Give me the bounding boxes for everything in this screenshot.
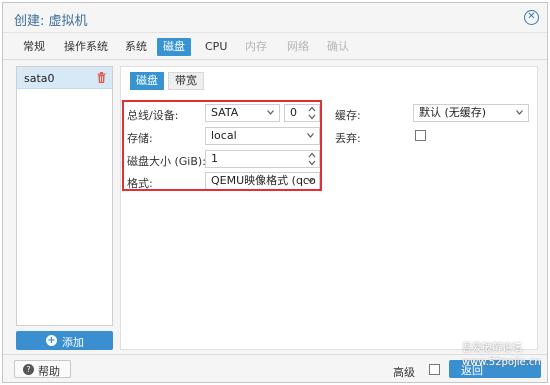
format-label: 格式:	[127, 177, 153, 190]
cache-label: 缓存:	[335, 109, 361, 122]
help-icon: ?	[23, 364, 34, 375]
dialog-title: 创建: 虚拟机	[14, 14, 88, 29]
help-button[interactable]: ? 帮助	[14, 360, 71, 378]
cache-select-value: 默认 (无缓存)	[419, 106, 487, 119]
discard-label: 丢弃:	[335, 132, 361, 145]
disk-item-label: sata0	[24, 72, 55, 85]
storage-select[interactable]: local	[205, 127, 320, 145]
bus-select[interactable]: SATA	[205, 104, 280, 122]
tab-network[interactable]: 网络	[281, 38, 315, 56]
device-number-spinner[interactable]: 0	[284, 104, 320, 122]
subtab-disk[interactable]: 磁盘	[130, 72, 164, 90]
cache-select[interactable]: 默认 (无缓存)	[413, 104, 529, 122]
disk-list-item-sata0[interactable]: sata0	[17, 67, 112, 89]
chevron-down-icon	[307, 178, 314, 183]
advanced-checkbox[interactable]	[429, 364, 440, 375]
disk-size-label: 磁盘大小 (GiB):	[127, 155, 206, 168]
advanced-label: 高级	[393, 366, 415, 379]
chevron-down-icon	[267, 110, 274, 115]
disk-config-panel: 磁盘 带宽 总线/设备: SATA 0 存储: local 磁盘大小 (GiB)…	[120, 66, 538, 350]
tab-confirm[interactable]: 确认	[321, 38, 355, 56]
dialog-footer: ? 帮助 高级 返回	[3, 354, 547, 382]
create-vm-dialog: 创建: 虚拟机 ✕ 常规 操作系统 系统 磁盘 CPU 内存 网络 确认 sat…	[2, 2, 548, 383]
discard-checkbox[interactable]	[415, 130, 426, 141]
storage-label: 存储:	[127, 132, 153, 145]
add-button-label: 添加	[62, 336, 84, 349]
title-bar: 创建: 虚拟机 ✕	[3, 3, 547, 33]
chevron-down-icon	[516, 110, 523, 115]
plus-circle-icon: +	[46, 335, 57, 346]
back-button-label: 返回	[461, 364, 483, 377]
disk-size-value: 1	[211, 152, 218, 165]
chevron-down-icon	[307, 133, 314, 138]
tab-os[interactable]: 操作系统	[58, 38, 114, 56]
storage-select-value: local	[211, 129, 237, 142]
spinner-arrows-icon	[308, 106, 316, 120]
spinner-arrows-icon	[308, 152, 316, 166]
tab-general[interactable]: 常规	[17, 38, 51, 56]
tab-system[interactable]: 系统	[119, 38, 153, 56]
tab-disk[interactable]: 磁盘	[157, 38, 191, 56]
tab-cpu[interactable]: CPU	[199, 38, 233, 56]
disk-size-spinner[interactable]: 1	[205, 150, 320, 168]
bus-select-value: SATA	[211, 106, 239, 119]
add-disk-button[interactable]: + 添加	[16, 331, 113, 350]
tab-memory[interactable]: 内存	[239, 38, 273, 56]
format-select-value: QEMU映像格式 (qco	[211, 174, 316, 187]
device-number-value: 0	[290, 106, 297, 119]
help-button-label: 帮助	[38, 365, 60, 378]
wizard-tab-bar: 常规 操作系统 系统 磁盘 CPU 内存 网络 确认	[3, 34, 547, 60]
format-select[interactable]: QEMU映像格式 (qco	[205, 172, 320, 190]
back-button[interactable]: 返回	[449, 360, 541, 378]
subtab-bandwidth[interactable]: 带宽	[168, 72, 204, 90]
bus-device-label: 总线/设备:	[127, 109, 179, 122]
disk-list-panel: sata0	[16, 66, 113, 326]
trash-icon[interactable]	[97, 72, 106, 83]
close-icon[interactable]: ✕	[524, 10, 539, 25]
